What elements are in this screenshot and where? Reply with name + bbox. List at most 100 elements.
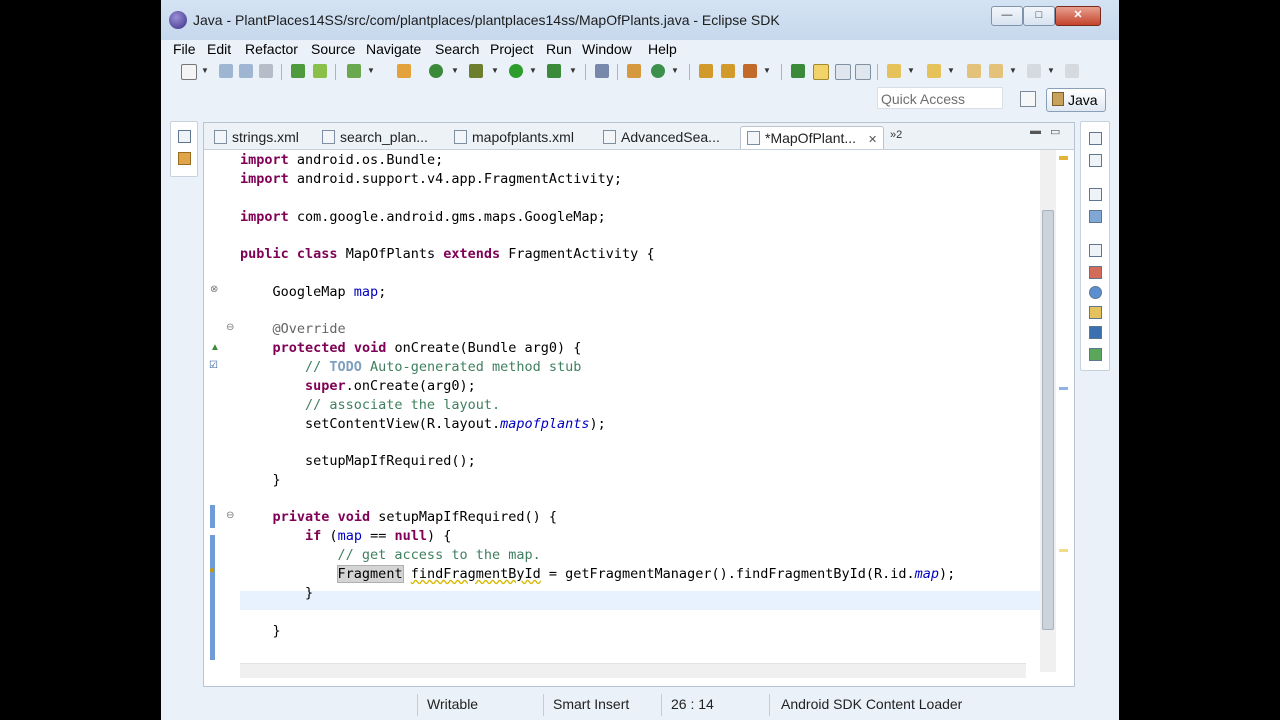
warning-marker[interactable] bbox=[1059, 549, 1068, 552]
avd-manager-icon[interactable] bbox=[313, 64, 327, 78]
maximize-editor-icon[interactable]: ▭ bbox=[1050, 125, 1060, 138]
menu-window[interactable]: Window bbox=[582, 41, 632, 57]
code-line: setContentView(R.layout.mapofplants); bbox=[240, 416, 606, 432]
tab-mapofplants-java[interactable]: *MapOfPlant... ✕ bbox=[740, 126, 885, 149]
restore-icon[interactable] bbox=[1089, 132, 1102, 145]
restore-icon[interactable] bbox=[178, 130, 191, 143]
chevron-down-icon[interactable]: ▼ bbox=[1009, 66, 1017, 75]
horizontal-scrollbar[interactable] bbox=[240, 663, 1026, 678]
chevron-down-icon[interactable]: ▼ bbox=[1047, 66, 1055, 75]
chevron-down-icon[interactable]: ▼ bbox=[907, 66, 915, 75]
sdk-manager-icon[interactable] bbox=[291, 64, 305, 78]
chevron-down-icon[interactable]: ▼ bbox=[367, 66, 375, 75]
tab-search-plan[interactable]: search_plan... bbox=[322, 126, 428, 148]
last-edit-icon[interactable] bbox=[967, 64, 981, 78]
collapse-icon[interactable]: ⊗ bbox=[210, 284, 218, 295]
restore-icon[interactable] bbox=[1089, 188, 1102, 201]
tab-mapofplants-xml[interactable]: mapofplants.xml bbox=[454, 126, 574, 148]
external-tools-icon[interactable] bbox=[547, 64, 561, 78]
tab-label: *MapOfPlant... bbox=[765, 130, 857, 146]
menu-navigate[interactable]: Navigate bbox=[366, 41, 421, 57]
minimize-button[interactable]: — bbox=[991, 6, 1023, 26]
open-perspective-icon[interactable] bbox=[1020, 91, 1036, 107]
code-area[interactable]: import android.os.Bundle; import android… bbox=[240, 150, 1040, 670]
code-line: protected void onCreate(Bundle arg0) { bbox=[272, 340, 582, 356]
editor-tabs: strings.xml search_plan... mapofplants.x… bbox=[204, 123, 1074, 150]
eclipse-window: Java - PlantPlaces14SS/src/com/plantplac… bbox=[161, 0, 1119, 720]
menu-help[interactable]: Help bbox=[648, 41, 677, 57]
menu-source[interactable]: Source bbox=[311, 41, 355, 57]
next-annotation-icon[interactable] bbox=[887, 64, 901, 78]
chevron-down-icon[interactable]: ▼ bbox=[491, 66, 499, 75]
chevron-down-icon[interactable]: ▼ bbox=[201, 66, 209, 75]
open-resource-icon[interactable] bbox=[721, 64, 735, 78]
code-line: // associate the layout. bbox=[240, 397, 501, 413]
previous-annotation-icon[interactable] bbox=[927, 64, 941, 78]
search-icon[interactable] bbox=[743, 64, 757, 78]
minimized-left-stack bbox=[170, 121, 198, 177]
lightbulb-icon[interactable]: ● bbox=[209, 565, 215, 576]
close-button[interactable]: ✕ bbox=[1055, 6, 1101, 26]
java-perspective-icon bbox=[1052, 92, 1064, 106]
back-icon[interactable] bbox=[989, 64, 1003, 78]
chevron-down-icon[interactable]: ▼ bbox=[671, 66, 679, 75]
chevron-down-icon[interactable]: ▼ bbox=[529, 66, 537, 75]
open-type-icon[interactable] bbox=[699, 64, 713, 78]
warning-marker[interactable] bbox=[1059, 156, 1068, 160]
menu-run[interactable]: Run bbox=[546, 41, 572, 57]
print-icon[interactable] bbox=[259, 64, 273, 78]
save-icon[interactable] bbox=[219, 64, 233, 78]
run-icon[interactable] bbox=[509, 64, 523, 78]
restore-icon[interactable] bbox=[1089, 244, 1102, 257]
minimize-editor-icon[interactable]: ▬ bbox=[1030, 125, 1041, 137]
menu-search[interactable]: Search bbox=[435, 41, 479, 57]
javadoc-icon[interactable] bbox=[1089, 286, 1102, 299]
menu-file[interactable]: File bbox=[173, 41, 196, 57]
new-package-icon[interactable] bbox=[627, 64, 641, 78]
progress-icon[interactable] bbox=[1089, 348, 1102, 361]
outline-icon[interactable] bbox=[1089, 210, 1102, 223]
tab-advancedsearch[interactable]: AdvancedSea... bbox=[603, 126, 720, 148]
pin-icon[interactable] bbox=[595, 64, 609, 78]
checklist-icon[interactable] bbox=[347, 64, 361, 78]
pin-editor-icon[interactable] bbox=[1065, 64, 1079, 78]
occurrence-marker[interactable] bbox=[1059, 387, 1068, 390]
chevron-down-icon[interactable]: ▼ bbox=[569, 66, 577, 75]
tabs-overflow[interactable]: »2 bbox=[890, 129, 902, 141]
chevron-down-icon[interactable]: ▼ bbox=[763, 66, 771, 75]
scroll-thumb[interactable] bbox=[1042, 210, 1054, 630]
new-java-icon[interactable] bbox=[397, 64, 411, 78]
bug-icon[interactable] bbox=[469, 64, 483, 78]
show-whitespace-icon[interactable] bbox=[855, 64, 871, 80]
new-icon[interactable] bbox=[181, 64, 197, 80]
vertical-scrollbar[interactable] bbox=[1040, 150, 1056, 672]
debug-icon[interactable] bbox=[429, 64, 443, 78]
maximize-button[interactable]: □ bbox=[1023, 6, 1055, 26]
highlight-icon[interactable] bbox=[813, 64, 829, 80]
tab-strings-xml[interactable]: strings.xml bbox=[214, 126, 299, 148]
code-line: public class MapOfPlants extends Fragmen… bbox=[240, 246, 655, 262]
chevron-down-icon[interactable]: ▼ bbox=[947, 66, 955, 75]
code-line: super.onCreate(arg0); bbox=[305, 378, 476, 394]
declaration-icon[interactable] bbox=[1089, 306, 1102, 319]
menu-refactor[interactable]: Refactor bbox=[245, 41, 298, 57]
close-tab-icon[interactable]: ✕ bbox=[868, 134, 877, 146]
toggle-mark-icon[interactable] bbox=[791, 64, 805, 78]
fold-icon[interactable]: ⊖ bbox=[226, 510, 234, 521]
main-toolbar: ▼ ▼ ▼ ▼ ▼ ▼ ▼ ▼ ▼ ▼ ▼ ▼ bbox=[161, 60, 1119, 86]
quick-access-input[interactable]: Quick Access bbox=[877, 87, 1003, 109]
java-perspective-button[interactable]: Java bbox=[1046, 88, 1106, 112]
fold-icon[interactable]: ⊖ bbox=[226, 322, 234, 333]
menu-edit[interactable]: Edit bbox=[207, 41, 231, 57]
code-line: } bbox=[240, 585, 314, 601]
problems-icon[interactable] bbox=[1089, 266, 1102, 279]
task-list-icon[interactable] bbox=[1089, 154, 1102, 167]
save-all-icon[interactable] bbox=[239, 64, 253, 78]
new-class-icon[interactable] bbox=[651, 64, 665, 78]
chevron-down-icon[interactable]: ▼ bbox=[451, 66, 459, 75]
forward-icon[interactable] bbox=[1027, 64, 1041, 78]
package-explorer-icon[interactable] bbox=[178, 152, 191, 165]
block-selection-icon[interactable] bbox=[835, 64, 851, 80]
console-icon[interactable] bbox=[1089, 326, 1102, 339]
menu-project[interactable]: Project bbox=[490, 41, 534, 57]
